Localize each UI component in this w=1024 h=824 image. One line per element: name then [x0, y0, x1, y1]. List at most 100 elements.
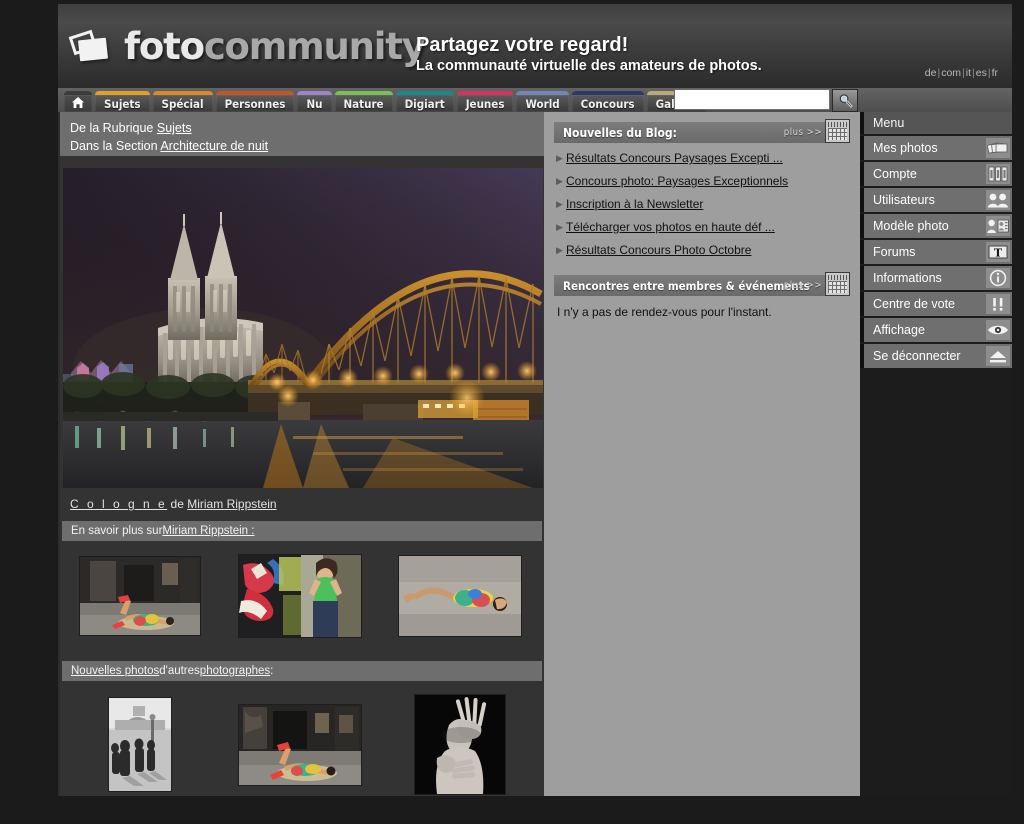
news-item: ▶ Concours photo: Paysages Exceptionnels [556, 174, 850, 188]
menu-item-compte[interactable]: Compte [860, 162, 1012, 186]
news-item-link[interactable]: Inscription à la Newsletter [566, 197, 703, 211]
language-link-de[interactable]: de [925, 67, 937, 79]
others-mid-text: d'autres [159, 665, 200, 677]
tab-jeunes[interactable]: Jeunes [456, 91, 514, 112]
site-logo[interactable]: fotocommunity [66, 28, 426, 65]
tab-label: Nature [343, 96, 384, 111]
hero-title-link[interactable]: C o l o g n e [70, 497, 167, 511]
author-section-link[interactable]: Miriam Rippstein : [162, 525, 254, 537]
tab-personnes[interactable]: Personnes [215, 91, 295, 112]
hero-photo-wrapper [60, 156, 544, 488]
thumbnail-nude-hands-bw[interactable] [415, 695, 505, 794]
other-thumbnail-row [60, 681, 544, 794]
language-link-fr[interactable]: fr [992, 67, 998, 79]
breadcrumb-line-2: Dans la Section Architecture de nuit [70, 137, 544, 155]
thumbnail-woman-graffiti-wall[interactable] [239, 555, 361, 637]
others-section-bar: Nouvelles photos d'autres photographes: [62, 661, 542, 681]
thumbnail-cell [60, 557, 220, 635]
menu-item-label: Modèle photo [873, 219, 949, 233]
menu-item-utilisateurs[interactable]: Utilisateurs [860, 188, 1012, 212]
tagline-line-2: La communauté virtuelle des amateurs de … [416, 58, 762, 74]
breadcrumb-link-section[interactable]: Architecture de nuit [160, 139, 268, 153]
photos-stack-icon [986, 138, 1010, 158]
others-link-new-photos[interactable]: Nouvelles photos [71, 665, 159, 677]
events-panel-header: Rencontres entre membres & événements pl… [554, 272, 850, 296]
events-panel: Rencontres entre membres & événements pl… [554, 272, 850, 319]
menu-item-se-d-connecter[interactable]: Se déconnecter [860, 344, 1012, 368]
language-selector[interactable]: de|com|it|es|fr [925, 67, 998, 79]
tab-sujets[interactable]: Sujets [95, 91, 150, 112]
language-separator: | [987, 67, 991, 79]
news-item: ▶ Résultats Concours Photo Octobre [556, 243, 850, 257]
thumbnail-woman-lying-warehouse-2[interactable] [239, 704, 361, 785]
breadcrumb: De la Rubrique Sujets Dans la Section Ar… [60, 112, 544, 156]
tab-label: Nu [306, 96, 323, 111]
chevron-right-icon: ▶ [556, 221, 563, 232]
main-navigation-tabs: Sujets Spécial Personnes Nu Nature Digiart Jeu… [58, 88, 1012, 112]
browser-window: fotocommunity Partagez votre regard! La … [58, 4, 1012, 820]
menu-item-informations[interactable]: Informations [860, 266, 1012, 290]
events-panel-title: Rencontres entre membres & événements [563, 278, 810, 293]
tab-label: Concours [580, 96, 635, 111]
camera-logo-icon [66, 29, 116, 65]
language-link-it[interactable]: it [966, 67, 971, 79]
tab-label: Digiart [404, 96, 445, 111]
tab-home[interactable] [64, 91, 92, 112]
users-icon [986, 190, 1010, 210]
tab-nature[interactable]: Nature [334, 91, 393, 112]
hero-caption: C o l o g n e de Miriam Rippstein [60, 488, 544, 521]
news-item-link[interactable]: Concours photo: Paysages Exceptionnels [566, 174, 788, 188]
news-item-link[interactable]: Télécharger vos photos en haute déf ... [566, 220, 775, 234]
menu-item-label: Compte [873, 167, 917, 181]
menu-item-label: Mes photos [873, 141, 938, 155]
thumbnail-woman-lying-concrete[interactable] [399, 556, 521, 636]
menu-title: Menu [860, 112, 1012, 134]
search-input[interactable] [674, 89, 830, 110]
menu-item-centre-de-vote[interactable]: Centre de vote [860, 292, 1012, 316]
events-panel-more-link[interactable]: plus >> [784, 280, 822, 291]
calendar-icon[interactable] [825, 272, 850, 296]
news-item-link[interactable]: Résultats Concours Photo Octobre [566, 243, 751, 257]
eye-icon [986, 320, 1010, 340]
breadcrumb-link-category[interactable]: Sujets [157, 121, 192, 135]
calendar-icon[interactable] [825, 119, 850, 143]
thumbnail-woman-lying-warehouse[interactable] [80, 557, 200, 635]
hero-photo[interactable] [63, 168, 543, 488]
news-item-link[interactable]: Résultats Concours Paysages Excepti ... [566, 151, 783, 165]
menu-item-forums[interactable]: Forums T [860, 240, 1012, 264]
tagline: Partagez votre regard! La communauté vir… [416, 34, 762, 74]
search-button[interactable] [832, 89, 858, 112]
language-link-com[interactable]: com [941, 67, 961, 79]
others-suffix: : [270, 665, 274, 677]
tagline-line-1: Partagez votre regard! [416, 34, 629, 56]
blog-panel-more-link[interactable]: plus >> [784, 127, 822, 138]
breadcrumb-line-1: De la Rubrique Sujets [70, 119, 544, 137]
tab-nu[interactable]: Nu [297, 91, 332, 112]
chevron-right-icon: ▶ [556, 244, 563, 255]
chevron-right-icon: ▶ [556, 175, 563, 186]
tab-world[interactable]: World [516, 91, 569, 112]
language-separator: | [972, 67, 975, 79]
svg-text:T: T [994, 246, 1003, 259]
language-link-es[interactable]: es [976, 67, 987, 79]
thumbnail-cell [60, 698, 220, 791]
site-header: fotocommunity Partagez votre regard! La … [58, 4, 1012, 88]
id-card-icon [986, 216, 1010, 236]
double-exclamation-icon [986, 294, 1010, 314]
menu-item-label: Affichage [873, 323, 925, 337]
thumbnail-paris-bridge-bw[interactable] [109, 698, 171, 791]
thumbnail-cell [220, 704, 380, 785]
menu-item-mes-photos[interactable]: Mes photos [860, 136, 1012, 160]
hero-author-link[interactable]: Miriam Rippstein [187, 497, 276, 511]
tab-label: Spécial [161, 96, 204, 111]
tab-digiart[interactable]: Digiart [395, 91, 454, 112]
others-link-photographers[interactable]: photographes [200, 665, 270, 677]
tab-sp-cial[interactable]: Spécial [152, 91, 213, 112]
tab-label: Personnes [224, 96, 286, 111]
thumbnail-cell [380, 556, 540, 636]
tab-concours[interactable]: Concours [571, 91, 644, 112]
menu-item-affichage[interactable]: Affichage [860, 318, 1012, 342]
news-item: ▶ Inscription à la Newsletter [556, 197, 850, 211]
breadcrumb-prefix-2: Dans la Section [70, 139, 161, 154]
menu-item-mod-le-photo[interactable]: Modèle photo [860, 214, 1012, 238]
